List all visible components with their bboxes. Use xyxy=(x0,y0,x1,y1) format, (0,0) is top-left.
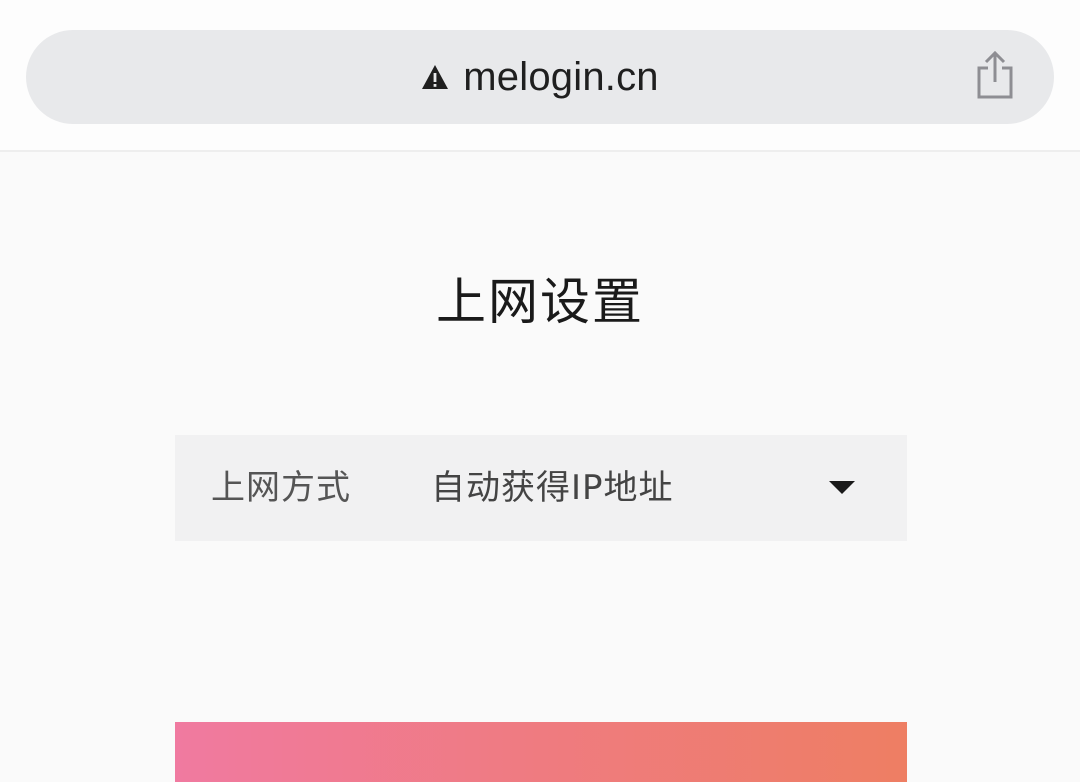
url-display[interactable]: melogin.cn xyxy=(26,30,1054,124)
url-text: melogin.cn xyxy=(463,54,659,99)
connection-method-value: 自动获得IP地址 xyxy=(431,468,674,508)
browser-toolbar: melogin.cn xyxy=(0,0,1080,152)
connection-method-row: 上网方式 自动获得IP地址 xyxy=(175,435,907,541)
submit-button[interactable] xyxy=(175,722,907,782)
address-bar[interactable]: melogin.cn xyxy=(26,30,1054,124)
connection-method-label: 上网方式 xyxy=(211,468,351,508)
share-icon xyxy=(975,50,1015,103)
warning-triangle-icon xyxy=(421,64,449,90)
connection-method-select[interactable]: 自动获得IP地址 xyxy=(431,435,907,541)
page-title: 上网设置 xyxy=(436,273,644,331)
share-button[interactable] xyxy=(972,50,1018,104)
caret-down-icon xyxy=(829,481,855,494)
